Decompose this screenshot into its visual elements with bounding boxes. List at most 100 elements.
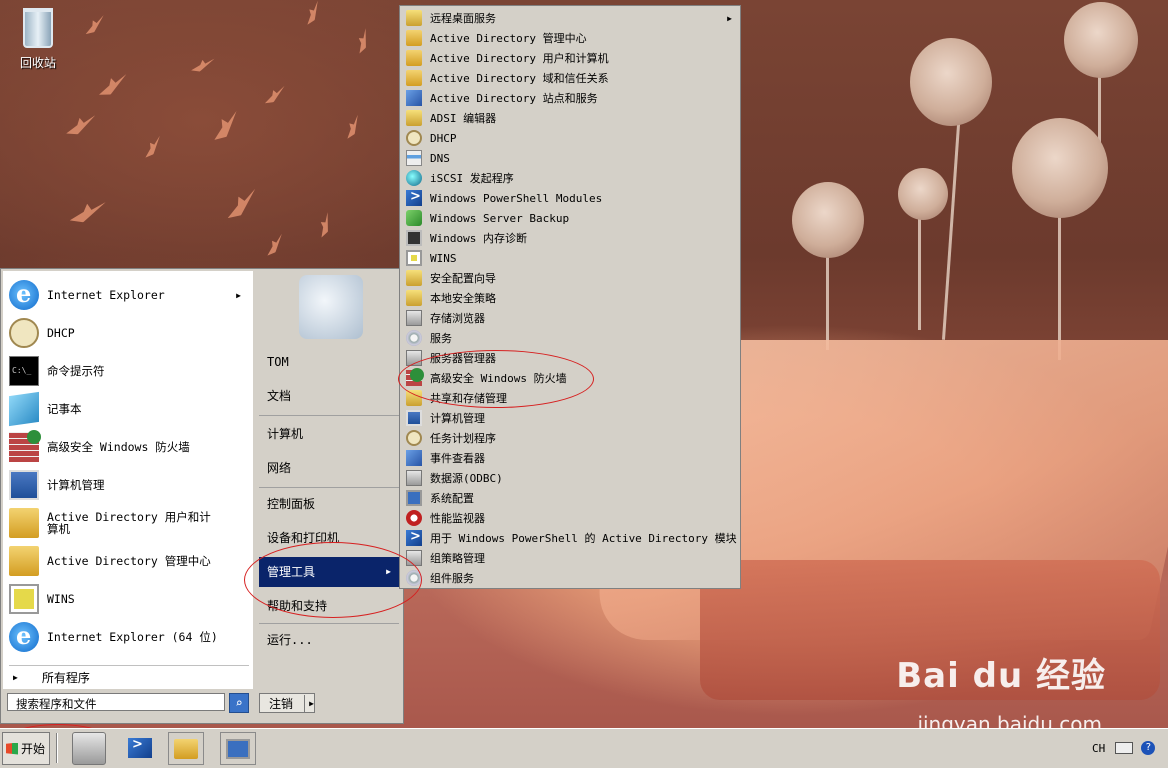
wallpaper-bird <box>141 134 165 160</box>
submenu-item-label: DNS <box>430 151 450 165</box>
submenu-item-system-config[interactable]: 系统配置 <box>402 488 738 508</box>
recycle-bin[interactable]: 回收站 <box>14 8 62 71</box>
control-panel-taskbar-button[interactable] <box>220 732 256 765</box>
wallpaper-bird <box>189 56 217 74</box>
pinned-notepad[interactable]: 记事本 <box>9 391 249 427</box>
submenu-item-label: 组策略管理 <box>430 552 485 565</box>
wallpaper-bird <box>263 232 287 258</box>
help-icon[interactable]: ? <box>1141 741 1156 755</box>
submenu-item-label: 本地安全策略 <box>430 292 496 305</box>
submenu-item-ad-sites-services[interactable]: Active Directory 站点和服务 <box>402 88 738 108</box>
divider <box>259 487 399 488</box>
run-link[interactable]: 运行... <box>259 625 399 655</box>
submenu-item-group-policy[interactable]: 组策略管理 <box>402 548 738 568</box>
submenu-item-iscsi[interactable]: iSCSI 发起程序 <box>402 168 738 188</box>
submenu-item-memory-diagnostic[interactable]: Windows 内存诊断 <box>402 228 738 248</box>
share-storage-icon <box>406 390 422 406</box>
powershell-taskbar-button[interactable] <box>122 732 158 765</box>
server-manager-icon <box>406 350 422 366</box>
wallpaper-bird <box>354 27 372 55</box>
computer-management-icon <box>406 410 422 426</box>
shutdown-options-arrow-icon[interactable]: ▶ <box>305 699 314 708</box>
pinned-wins[interactable]: WINS <box>9 581 249 617</box>
pinned-internet-explorer[interactable]: Internet Explorer ▶ <box>9 277 249 313</box>
search-button[interactable]: ⌕ <box>229 693 249 713</box>
submenu-item-event-viewer[interactable]: 事件查看器 <box>402 448 738 468</box>
security-wizard-icon <box>406 270 422 286</box>
user-folder[interactable]: TOM <box>259 347 399 377</box>
help-support-link[interactable]: 帮助和支持 <box>259 591 399 621</box>
pinned-ad-admin-center[interactable]: Active Directory 管理中心 <box>9 543 249 579</box>
server-manager-taskbar-button[interactable] <box>72 732 106 765</box>
devices-printers-link[interactable]: 设备和打印机 <box>259 523 399 553</box>
submenu-item-wins[interactable]: WINS <box>402 248 738 268</box>
submenu-item-dhcp[interactable]: DHCP <box>402 128 738 148</box>
pinned-command-prompt[interactable]: 命令提示符 <box>9 353 249 389</box>
wallpaper-bird <box>342 113 364 141</box>
explorer-taskbar-button[interactable] <box>168 732 204 765</box>
taskbar: 开始 CH ? <box>0 728 1168 768</box>
input-language-indicator[interactable]: CH <box>1084 742 1115 755</box>
submenu-item-component-services[interactable]: 组件服务 <box>402 568 738 588</box>
submenu-item-task-scheduler[interactable]: 任务计划程序 <box>402 428 738 448</box>
wallpaper-bird <box>302 0 324 27</box>
submenu-item-server-backup[interactable]: Windows Server Backup <box>402 208 738 228</box>
search-input[interactable]: 搜索程序和文件 <box>7 693 225 711</box>
submenu-item-ad-domains-trusts[interactable]: Active Directory 域和信任关系 <box>402 68 738 88</box>
start-button[interactable]: 开始 <box>2 732 50 765</box>
submenu-item-security-wizard[interactable]: 安全配置向导 <box>402 268 738 288</box>
pinned-ad-users-computers[interactable]: Active Directory 用户和计算机 <box>9 505 249 541</box>
firewall-icon <box>406 368 424 386</box>
submenu-item-label: DHCP <box>430 131 457 145</box>
submenu-item-ad-admin-center[interactable]: Active Directory 管理中心 <box>402 28 738 48</box>
submenu-item-firewall[interactable]: 高级安全 Windows 防火墙 <box>402 368 738 388</box>
submenu-item-label: 数据源(ODBC) <box>430 472 503 485</box>
start-menu-pinned-pane: Internet Explorer ▶ DHCP 命令提示符 记事本 高级安全 … <box>3 271 253 689</box>
keyboard-icon[interactable] <box>1115 742 1134 754</box>
pinned-internet-explorer-64[interactable]: Internet Explorer (64 位) <box>9 619 249 655</box>
submenu-item-server-manager[interactable]: 服务器管理器 <box>402 348 738 368</box>
control-panel-icon <box>226 739 250 759</box>
submenu-item-label: 服务 <box>430 332 452 345</box>
computer-link[interactable]: 计算机 <box>259 419 399 449</box>
pinned-dhcp[interactable]: DHCP <box>9 315 249 351</box>
pinned-computer-management[interactable]: 计算机管理 <box>9 467 249 503</box>
submenu-item-label: Windows PowerShell Modules <box>430 191 603 205</box>
recycle-bin-label: 回收站 <box>19 56 56 70</box>
documents-link[interactable]: 文档 <box>259 381 399 411</box>
submenu-item-performance-monitor[interactable]: 性能监视器 <box>402 508 738 528</box>
logoff-button[interactable]: 注销 ▶ <box>259 693 315 713</box>
submenu-item-powershell-modules[interactable]: Windows PowerShell Modules <box>402 188 738 208</box>
submenu-item-adsi-edit[interactable]: ADSI 编辑器 <box>402 108 738 128</box>
adsi-edit-icon <box>406 110 422 126</box>
admin-tools-link[interactable]: 管理工具 ▶ <box>259 557 399 587</box>
folder-icon <box>406 10 422 26</box>
submenu-item-label: 共享和存储管理 <box>430 392 507 405</box>
folder-icon <box>174 739 198 759</box>
submenu-item-remote-desktop-services[interactable]: 远程桌面服务 ▶ <box>402 8 738 28</box>
network-link[interactable]: 网络 <box>259 453 399 483</box>
submenu-item-storage-explorer[interactable]: 存储浏览器 <box>402 308 738 328</box>
submenu-item-computer-management[interactable]: 计算机管理 <box>402 408 738 428</box>
submenu-item-label: 存储浏览器 <box>430 312 485 325</box>
submenu-item-odbc[interactable]: 数据源(ODBC) <box>402 468 738 488</box>
iscsi-icon <box>406 170 422 186</box>
submenu-item-services[interactable]: 服务 <box>402 328 738 348</box>
submenu-item-dns[interactable]: DNS <box>402 148 738 168</box>
submenu-item-ad-powershell-module[interactable]: 用于 Windows PowerShell 的 Active Directory… <box>402 528 738 548</box>
submenu-item-ad-users-computers[interactable]: Active Directory 用户和计算机 <box>402 48 738 68</box>
search-placeholder: 搜索程序和文件 <box>16 697 97 711</box>
submenu-item-label: 系统配置 <box>430 492 474 505</box>
recycle-bin-icon <box>23 8 53 48</box>
all-programs[interactable]: ▶ 所有程序 <box>9 665 249 688</box>
submenu-item-label: Active Directory 用户和计算机 <box>430 52 609 65</box>
pinned-firewall[interactable]: 高级安全 Windows 防火墙 <box>9 429 249 465</box>
submenu-item-local-security-policy[interactable]: 本地安全策略 <box>402 288 738 308</box>
search-icon: ⌕ <box>235 696 243 710</box>
performance-monitor-icon <box>406 510 422 526</box>
control-panel-link[interactable]: 控制面板 <box>259 489 399 519</box>
logoff-label: 注销 <box>260 694 306 712</box>
submenu-item-share-storage[interactable]: 共享和存储管理 <box>402 388 738 408</box>
user-avatar[interactable] <box>299 275 363 339</box>
dhcp-icon <box>9 318 39 348</box>
